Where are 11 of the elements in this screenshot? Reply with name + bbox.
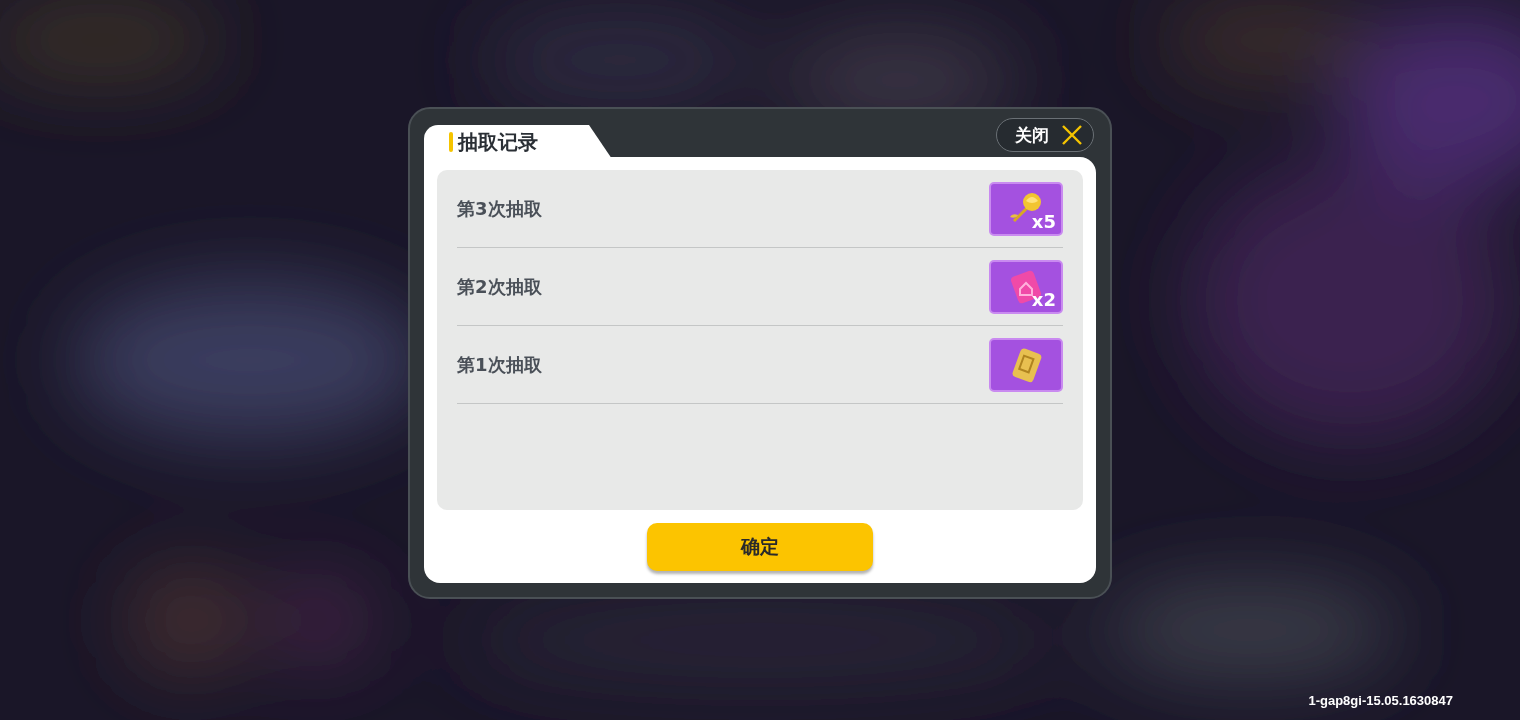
version-label: 1-gap8gi-15.05.1630847 bbox=[1308, 693, 1453, 708]
close-button[interactable]: 关闭 bbox=[996, 118, 1094, 152]
record-label: 第1次抽取 bbox=[457, 352, 542, 377]
record-label: 第2次抽取 bbox=[457, 274, 542, 299]
accent-bar bbox=[449, 132, 453, 152]
reward-count: x2 bbox=[1031, 290, 1056, 309]
close-icon bbox=[1061, 124, 1083, 146]
confirm-button[interactable]: 确定 bbox=[647, 523, 873, 571]
reward-count: x5 bbox=[1031, 212, 1056, 231]
dialog-title: 抽取记录 bbox=[458, 128, 538, 156]
record-label: 第3次抽取 bbox=[457, 196, 542, 221]
